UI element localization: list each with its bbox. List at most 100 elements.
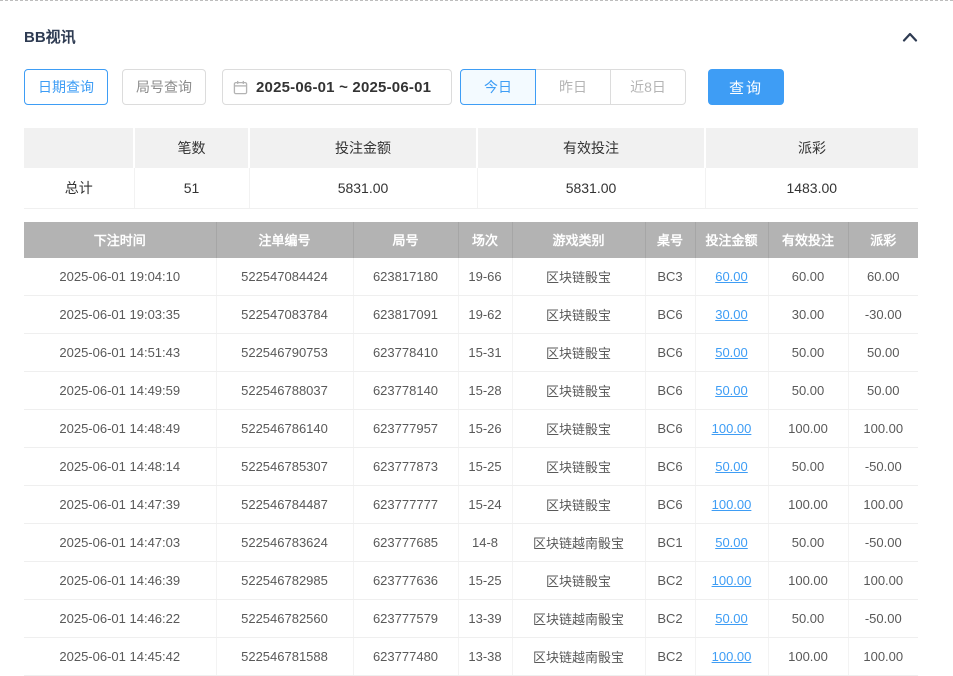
game-type-cell: 区块链骰宝: [512, 372, 645, 410]
bet-amount-link[interactable]: 50.00: [715, 459, 748, 474]
summary-column-header: 派彩: [705, 128, 918, 168]
date-range-input[interactable]: 2025-06-01 ~ 2025-06-01: [222, 69, 452, 105]
summary-column-header: 有效投注: [477, 128, 705, 168]
chevron-up-icon[interactable]: [902, 32, 918, 42]
bet-amount-link[interactable]: 50.00: [715, 383, 748, 398]
table-no-cell: BC6: [645, 296, 695, 334]
bet-amount-link[interactable]: 100.00: [712, 649, 752, 664]
column-header: 局号: [353, 222, 458, 258]
payout-cell: 100.00: [848, 410, 918, 448]
column-header: 投注金额: [695, 222, 768, 258]
calendar-icon: [233, 80, 248, 95]
game-type-cell: 区块链骰宝: [512, 448, 645, 486]
game-type-cell: 区块链骰宝: [512, 410, 645, 448]
table-no-cell: BC6: [645, 410, 695, 448]
bet-amount-link[interactable]: 50.00: [715, 345, 748, 360]
table-row: 2025-06-01 14:47:39522546784487623777777…: [24, 486, 918, 524]
bet-amount-link[interactable]: 100.00: [712, 497, 752, 512]
table-no-cell: BC2: [645, 638, 695, 676]
payout-cell: -30.00: [848, 296, 918, 334]
game-type-cell: 区块链骰宝: [512, 258, 645, 296]
table-row: 2025-06-01 14:51:43522546790753623778410…: [24, 334, 918, 372]
round-id-cell: 623778410: [353, 334, 458, 372]
bet-amount-link[interactable]: 50.00: [715, 535, 748, 550]
summary-column-header: 投注金额: [249, 128, 477, 168]
bet-amount-cell: 100.00: [695, 562, 768, 600]
session-cell: 13-39: [458, 600, 512, 638]
table-no-cell: BC3: [645, 258, 695, 296]
table-row: 2025-06-01 14:46:39522546782985623777636…: [24, 562, 918, 600]
table-no-cell: BC1: [645, 524, 695, 562]
session-cell: 15-28: [458, 372, 512, 410]
table-row: 2025-06-01 14:49:59522546788037623778140…: [24, 372, 918, 410]
valid-bet-cell: 50.00: [768, 524, 848, 562]
bet-amount-link[interactable]: 60.00: [715, 269, 748, 284]
date-query-tab[interactable]: 日期查询: [24, 69, 108, 105]
today-button[interactable]: 今日: [460, 69, 536, 105]
bet-amount-cell: 50.00: [695, 600, 768, 638]
bet-time-cell: 2025-06-01 14:45:42: [24, 638, 216, 676]
summary-column-header: 笔数: [134, 128, 249, 168]
bet-time-cell: 2025-06-01 19:03:35: [24, 296, 216, 334]
session-cell: 15-31: [458, 334, 512, 372]
bet-time-cell: 2025-06-01 14:48:49: [24, 410, 216, 448]
table-no-cell: BC2: [645, 562, 695, 600]
column-header: 桌号: [645, 222, 695, 258]
bet-amount-cell: 60.00: [695, 258, 768, 296]
bet-amount-cell: 100.00: [695, 638, 768, 676]
summary-payout: 1483.00: [705, 168, 918, 208]
valid-bet-cell: 50.00: [768, 334, 848, 372]
round-id-cell: 623777873: [353, 448, 458, 486]
bet-time-cell: 2025-06-01 14:49:59: [24, 372, 216, 410]
table-no-cell: BC2: [645, 600, 695, 638]
summary-bet-amount: 5831.00: [249, 168, 477, 208]
table-row: 2025-06-01 14:48:14522546785307623777873…: [24, 448, 918, 486]
summary-total-row: 总计 51 5831.00 5831.00 1483.00: [24, 168, 918, 208]
bet-amount-link[interactable]: 50.00: [715, 611, 748, 626]
session-cell: 13-38: [458, 638, 512, 676]
game-type-cell: 区块链骰宝: [512, 334, 645, 372]
bet-time-cell: 2025-06-01 14:47:03: [24, 524, 216, 562]
yesterday-button[interactable]: 昨日: [535, 69, 611, 105]
order-id-cell: 522546782985: [216, 562, 353, 600]
valid-bet-cell: 50.00: [768, 448, 848, 486]
round-id-cell: 623817180: [353, 258, 458, 296]
table-row: 2025-06-01 14:47:03522546783624623777685…: [24, 524, 918, 562]
bet-amount-link[interactable]: 100.00: [712, 573, 752, 588]
game-type-cell: 区块链越南骰宝: [512, 524, 645, 562]
round-id-cell: 623777636: [353, 562, 458, 600]
order-id-cell: 522546782560: [216, 600, 353, 638]
order-id-cell: 522546781588: [216, 638, 353, 676]
table-no-cell: BC6: [645, 372, 695, 410]
search-button[interactable]: 查询: [708, 69, 784, 105]
column-header: 注单编号: [216, 222, 353, 258]
date-range-value: 2025-06-01 ~ 2025-06-01: [256, 79, 431, 96]
round-id-cell: 623777957: [353, 410, 458, 448]
payout-cell: 50.00: [848, 334, 918, 372]
bet-time-cell: 2025-06-01 14:46:22: [24, 600, 216, 638]
session-cell: 14-8: [458, 524, 512, 562]
session-cell: 15-25: [458, 562, 512, 600]
summary-header-row: 笔数 投注金额 有效投注 派彩: [24, 128, 918, 168]
order-id-cell: 522546788037: [216, 372, 353, 410]
order-id-cell: 522546785307: [216, 448, 353, 486]
payout-cell: -50.00: [848, 600, 918, 638]
valid-bet-cell: 100.00: [768, 562, 848, 600]
valid-bet-cell: 100.00: [768, 638, 848, 676]
valid-bet-cell: 50.00: [768, 600, 848, 638]
table-row: 2025-06-01 14:46:22522546782560623777579…: [24, 600, 918, 638]
last-8-days-button[interactable]: 近8日: [610, 69, 686, 105]
summary-total-label: 总计: [24, 168, 134, 208]
bet-amount-link[interactable]: 100.00: [712, 421, 752, 436]
order-id-cell: 522547083784: [216, 296, 353, 334]
round-id-cell: 623777777: [353, 486, 458, 524]
round-id-cell: 623777579: [353, 600, 458, 638]
bet-amount-link[interactable]: 30.00: [715, 307, 748, 322]
session-cell: 19-62: [458, 296, 512, 334]
round-query-tab[interactable]: 局号查询: [122, 69, 206, 105]
session-cell: 15-25: [458, 448, 512, 486]
order-id-cell: 522546790753: [216, 334, 353, 372]
payout-cell: 60.00: [848, 258, 918, 296]
order-id-cell: 522546783624: [216, 524, 353, 562]
summary-count: 51: [134, 168, 249, 208]
